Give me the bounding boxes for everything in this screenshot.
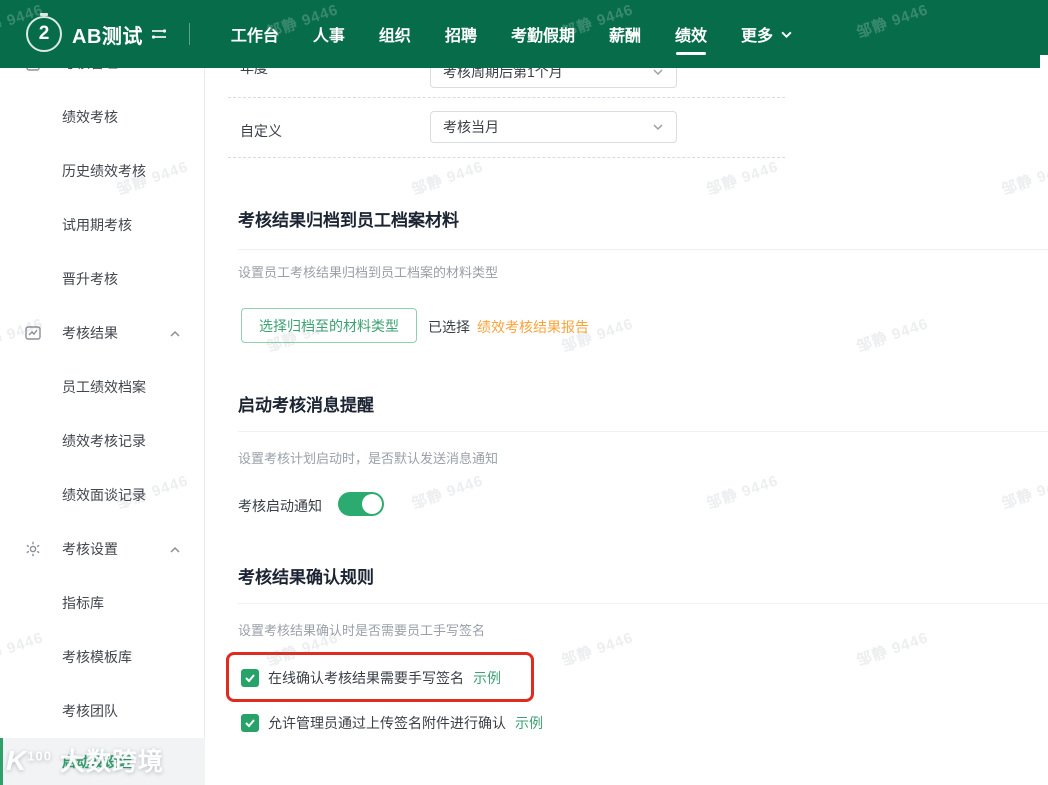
assessment-start-notify-toggle[interactable] [338,492,384,516]
choose-material-type-button[interactable]: 选择归档至的材料类型 [241,308,417,343]
example-link-2[interactable]: 示例 [515,713,543,733]
scrollbar-notch[interactable] [1040,55,1048,68]
nav-item[interactable]: 组织 [362,0,428,68]
gear-icon [24,540,42,558]
row-divider [228,157,785,158]
example-link-1[interactable]: 示例 [473,668,501,688]
row-divider [228,97,785,98]
sidebar-item[interactable]: 考核团队 [0,684,205,738]
nav-item[interactable]: 招聘 [428,0,494,68]
check-icon [245,674,255,683]
section-desc-confirm: 设置考核结果确认时是否需要员工手写签名 [238,623,486,638]
nav-item[interactable]: 人事 [296,0,362,68]
section-title-archive: 考核结果归档到员工档案材料 [238,211,459,230]
nav-item[interactable]: 考勤假期 [494,0,592,68]
sidebar-item[interactable]: 绩效考核记录 [0,414,205,468]
section-divider [238,249,1048,250]
primary-nav: 工作台 人事 组织 招聘 考勤假期 薪酬 绩效 [214,0,724,68]
sidebar-item[interactable]: 绩效面谈记录 [0,468,205,522]
main-content: 年度 考核周期后第1个月 自定义 考核当月 考核结果归档到员工档案材料 设置员工… [205,0,1048,785]
online-signature-label: 在线确认考核结果需要手写签名 [268,670,464,686]
nav-item[interactable]: 薪酬 [592,0,658,68]
selected-material-link[interactable]: 绩效考核结果报告 [477,317,589,337]
selected-material-line: 已选择 绩效考核结果报告 [428,317,589,337]
nav-item[interactable]: 工作台 [214,0,296,68]
sidebar: 考核管理绩效考核历史绩效考核试用期考核晋升考核考核结果员工绩效档案绩效考核记录绩… [0,0,205,785]
sidebar-item[interactable]: 试用期考核 [0,198,205,252]
sidebar-item[interactable]: 历史绩效考核 [0,144,205,198]
custom-archive-select-value: 考核当月 [443,119,499,135]
sidebar-item[interactable]: 考核结果 [0,306,205,360]
app-logo-icon[interactable]: 2 [26,16,62,52]
sidebar-item[interactable]: 晋升考核 [0,252,205,306]
section-divider [238,431,1048,432]
chevron-up-icon [169,327,181,339]
sidebar-item[interactable]: 考核设置 [0,522,205,576]
sidebar-item[interactable]: 启动及设置 [0,738,205,785]
chart-icon [24,324,42,342]
selected-prefix: 已选择 [428,319,470,335]
toggle-label: 考核启动通知 [238,498,322,514]
admin-upload-checkbox[interactable] [241,714,259,732]
online-signature-checkbox-row: 在线确认考核结果需要手写签名 示例 [241,668,501,688]
admin-upload-checkbox-row: 允许管理员通过上传签名附件进行确认 示例 [241,713,543,733]
section-desc-notify: 设置考核计划启动时，是否默认发送消息通知 [238,451,499,466]
nav-item[interactable]: 绩效 [658,0,724,68]
online-signature-checkbox[interactable] [241,669,259,687]
custom-archive-select[interactable]: 考核当月 [430,111,677,143]
nav-item-more[interactable]: 更多 [724,0,810,68]
sidebar-item[interactable]: 指标库 [0,576,205,630]
switch-workspace-icon[interactable] [151,27,167,41]
section-title-confirm: 考核结果确认规则 [238,568,374,587]
top-nav-bar: 2 AB测试 工作台 人事 组织 招聘 考勤假期 薪酬 绩效 更多 [0,0,1048,68]
admin-upload-label: 允许管理员通过上传签名附件进行确认 [268,715,506,731]
section-title-notify: 启动考核消息提醒 [238,396,374,415]
toggle-knob [362,494,382,514]
form-row-label-custom: 自定义 [240,123,282,139]
tenant-name: AB测试 [72,25,143,48]
header-divider [188,23,190,45]
sidebar-item[interactable]: 考核模板库 [0,630,205,684]
check-icon [245,719,255,728]
chevron-down-icon [653,124,663,131]
section-divider [238,603,1048,604]
sidebar-item[interactable]: 员工绩效档案 [0,360,205,414]
chevron-up-icon [169,543,181,555]
section-desc-archive: 设置员工考核结果归档到员工档案的材料类型 [238,265,499,280]
chevron-down-icon [781,31,792,38]
sidebar-item[interactable]: 绩效考核 [0,90,205,144]
